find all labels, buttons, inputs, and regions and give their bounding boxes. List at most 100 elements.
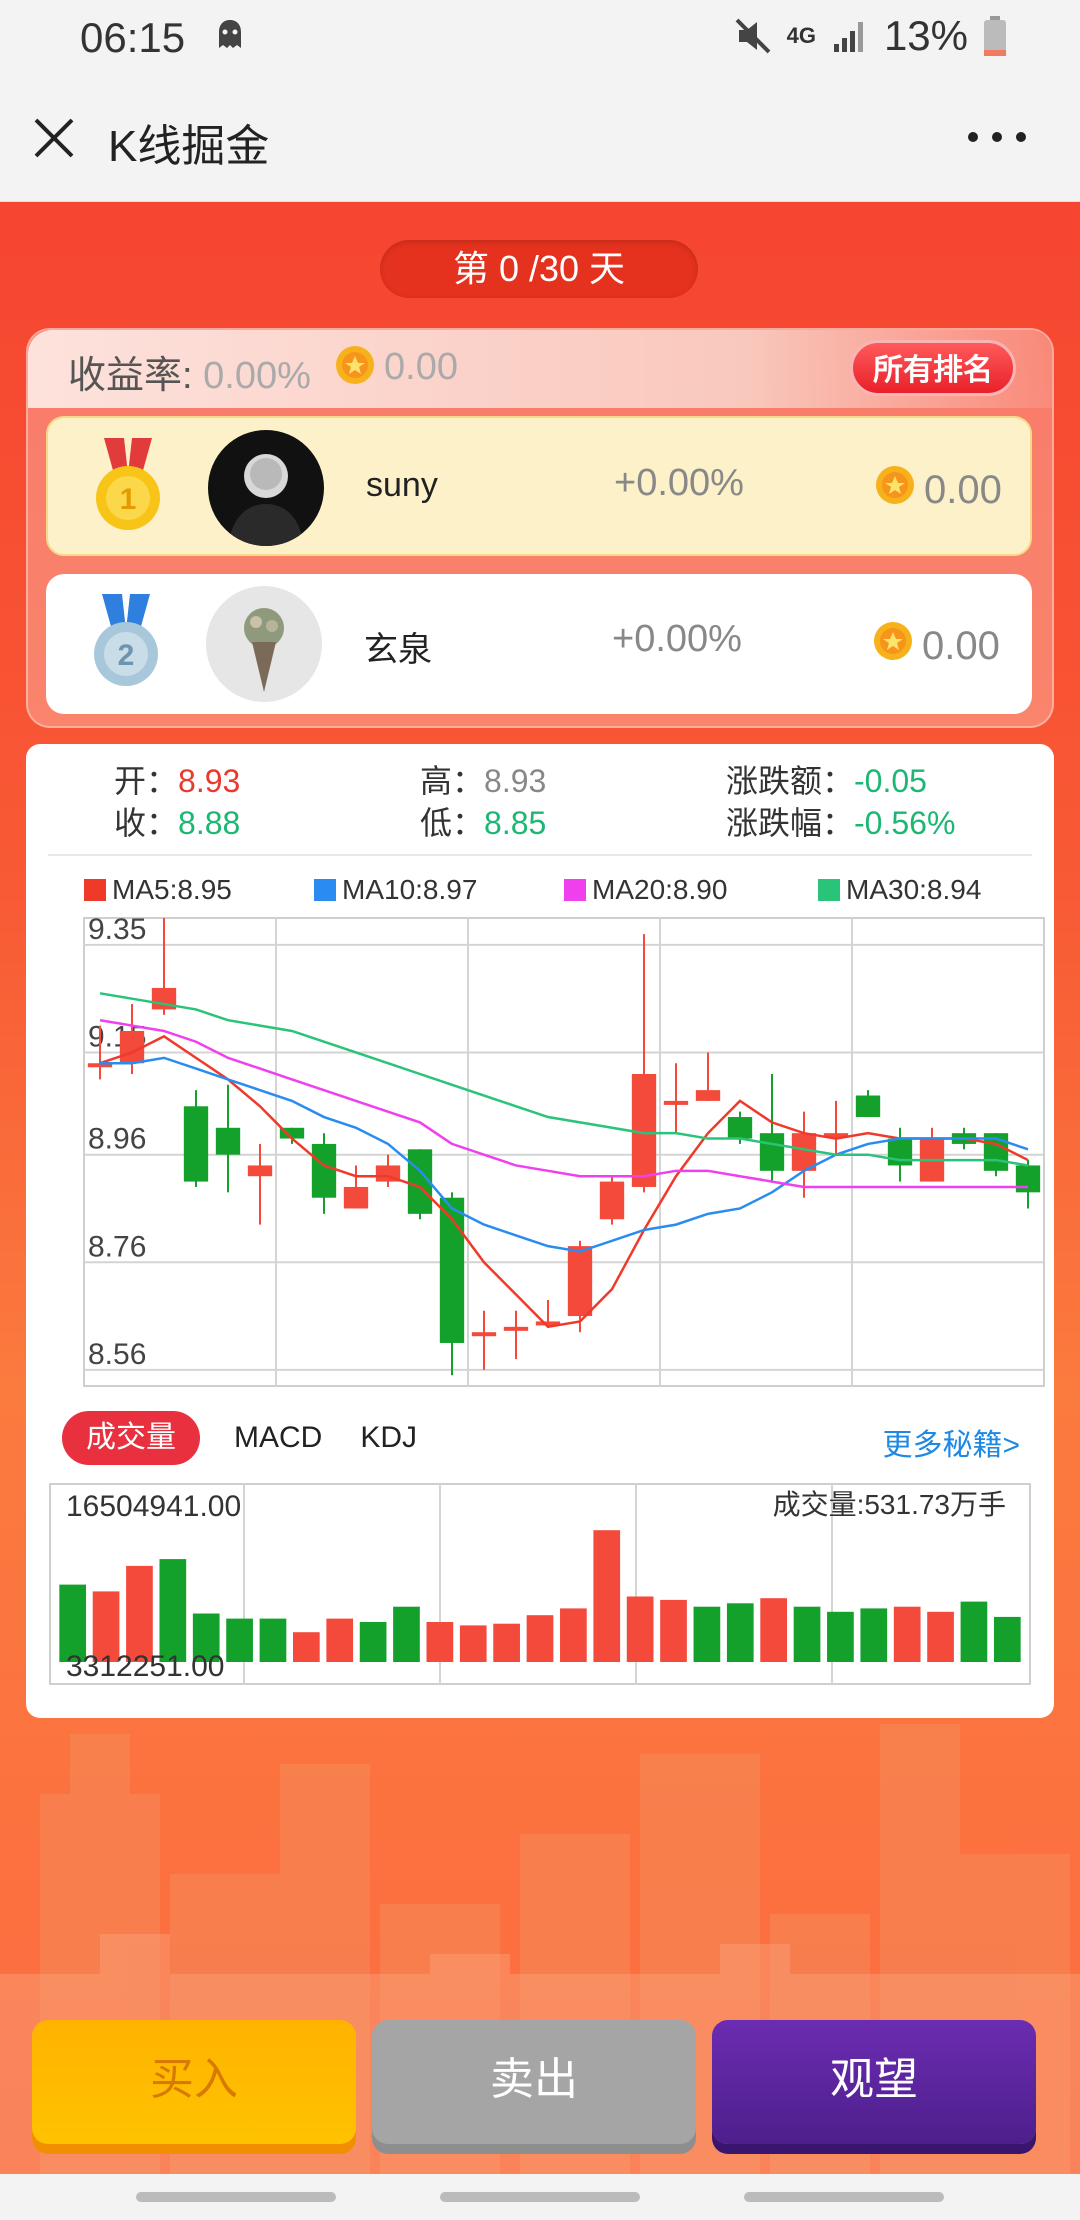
high-label: 高： (420, 763, 485, 799)
indicator-tabs: 成交量 MACD KDJ (62, 1410, 421, 1466)
change-pct-value: -0.56% (854, 805, 956, 841)
more-tips-link[interactable]: 更多秘籍> (882, 1420, 1020, 1464)
volume-bar (493, 1623, 520, 1662)
legend-ma30: MA30:8.94 (818, 874, 981, 906)
change-pct-label: 涨跌幅： (726, 805, 855, 841)
network-type: 4G (786, 23, 816, 48)
volume-bar (793, 1606, 821, 1662)
nav-recent[interactable] (136, 2192, 336, 2202)
ghost-icon (219, 20, 241, 48)
chart-card: 开：8.93 高：8.93 涨跌额：-0.05 收：8.88 低：8.85 涨跌… (26, 744, 1054, 1718)
volume-bar (259, 1618, 287, 1662)
volume-bar (860, 1608, 888, 1662)
tab-kdj[interactable]: KDJ (356, 1421, 421, 1455)
volume-bar (726, 1603, 754, 1662)
volume-bar (393, 1606, 420, 1662)
candle-body (215, 1127, 241, 1155)
volume-bar (292, 1632, 320, 1662)
player-name: 玄泉 (364, 631, 432, 669)
sell-button[interactable]: 卖出 (372, 2020, 696, 2144)
candle-body (695, 1090, 721, 1101)
mute-icon (735, 18, 770, 54)
close-stat: 收：8.88 (114, 798, 240, 844)
volume-chart: 16504941.00 3312251.00 成交量:531.73万手 (49, 1483, 1031, 1685)
legend-ma5: MA5:8.95 (84, 874, 232, 906)
close-icon[interactable] (30, 114, 78, 162)
more-icon[interactable] (968, 132, 1026, 142)
tab-volume[interactable]: 成交量 (62, 1411, 200, 1465)
tab-macd[interactable]: MACD (230, 1421, 326, 1455)
battery-percent: 13% (883, 12, 968, 59)
gold-medal-icon: 1 (96, 438, 160, 530)
volume-bar (126, 1565, 153, 1662)
close-label: 收： (114, 805, 179, 841)
yield-summary: 收益率: 0.00% (68, 344, 311, 399)
y-tick-label: 8.56 (88, 1338, 146, 1371)
avatar (208, 430, 324, 546)
volume-current-label: 成交量:531.73万手 (773, 1489, 1006, 1520)
change-pct-stat: 涨跌幅：-0.56% (726, 798, 955, 844)
player-return: +0.00% (612, 618, 742, 660)
ranking-row-1[interactable]: 1 suny +0.00% 0.00 (46, 416, 1032, 556)
legend-ma10: MA10:8.97 (314, 874, 477, 906)
change-label: 涨跌额： (726, 763, 855, 799)
nav-back[interactable] (744, 2192, 944, 2202)
volume-bar (159, 1559, 187, 1662)
player-coins: 0.00 (924, 468, 1002, 512)
candle-body (759, 1133, 785, 1171)
battery-icon (984, 16, 1006, 56)
coin-icon (876, 466, 914, 504)
coin-value: 0.00 (384, 346, 458, 388)
volume-bar (526, 1615, 554, 1662)
ranking-card: 收益率: 0.00% 0.00 所有排名 1 suny +0.00% 0.00 … (26, 328, 1054, 728)
change-value: -0.05 (854, 763, 927, 799)
volume-bar (226, 1618, 253, 1662)
game-area: 第 0 /30 天 收益率: 0.00% 0.00 所有排名 1 suny +0… (0, 202, 1080, 2174)
nav-home[interactable] (440, 2192, 640, 2202)
system-nav-bar (0, 2174, 1080, 2220)
candlestick-chart[interactable]: 9.359.158.968.768.56 (56, 914, 1048, 1390)
volume-max-label: 16504941.00 (66, 1490, 241, 1523)
open-stat: 开：8.93 (114, 756, 240, 802)
volume-bar (593, 1530, 621, 1662)
volume-bar (626, 1596, 654, 1662)
change-stat: 涨跌额：-0.05 (726, 756, 927, 802)
candle-body (855, 1095, 881, 1118)
candle-body (471, 1332, 497, 1337)
low-value: 8.85 (484, 805, 547, 841)
status-right: 4G 13% (733, 12, 1008, 60)
candle-body (599, 1181, 625, 1220)
candle-body (247, 1165, 273, 1177)
candle-body (727, 1117, 753, 1139)
y-tick-label: 8.96 (88, 1123, 146, 1156)
candle-body (567, 1246, 593, 1317)
candle-body (1015, 1165, 1041, 1193)
ranking-row-2[interactable]: 2 玄泉 +0.00% 0.00 (46, 574, 1032, 714)
candle-body (663, 1100, 689, 1105)
page-title: K线掘金 (108, 122, 270, 171)
title-bar: K线掘金 (0, 72, 1080, 202)
svg-text:1: 1 (120, 483, 137, 516)
volume-bar (660, 1599, 687, 1662)
watch-button[interactable]: 观望 (712, 2020, 1036, 2144)
legend-ma20: MA20:8.90 (564, 874, 727, 906)
volume-bar (459, 1625, 487, 1662)
divider (48, 854, 1032, 856)
high-stat: 高：8.93 (420, 756, 546, 802)
volume-min-label: 3312251.00 (66, 1650, 225, 1683)
volume-bar (693, 1606, 721, 1662)
candle-body (343, 1186, 369, 1209)
ma-legend: MA5:8.95 MA10:8.97 MA20:8.90 MA30:8.94 (26, 874, 1054, 914)
player-return: +0.00% (614, 462, 744, 504)
candle-body (503, 1326, 529, 1331)
volume-bar (927, 1611, 954, 1662)
svg-text:2: 2 (118, 639, 135, 672)
candle-body (183, 1106, 209, 1182)
high-value: 8.93 (484, 763, 547, 799)
close-value: 8.88 (178, 805, 241, 841)
all-rankings-button[interactable]: 所有排名 (850, 340, 1016, 396)
buy-button[interactable]: 买入 (32, 2020, 356, 2144)
volume-bar (426, 1622, 454, 1662)
y-tick-label: 8.76 (88, 1230, 146, 1263)
low-label: 低： (420, 805, 485, 841)
